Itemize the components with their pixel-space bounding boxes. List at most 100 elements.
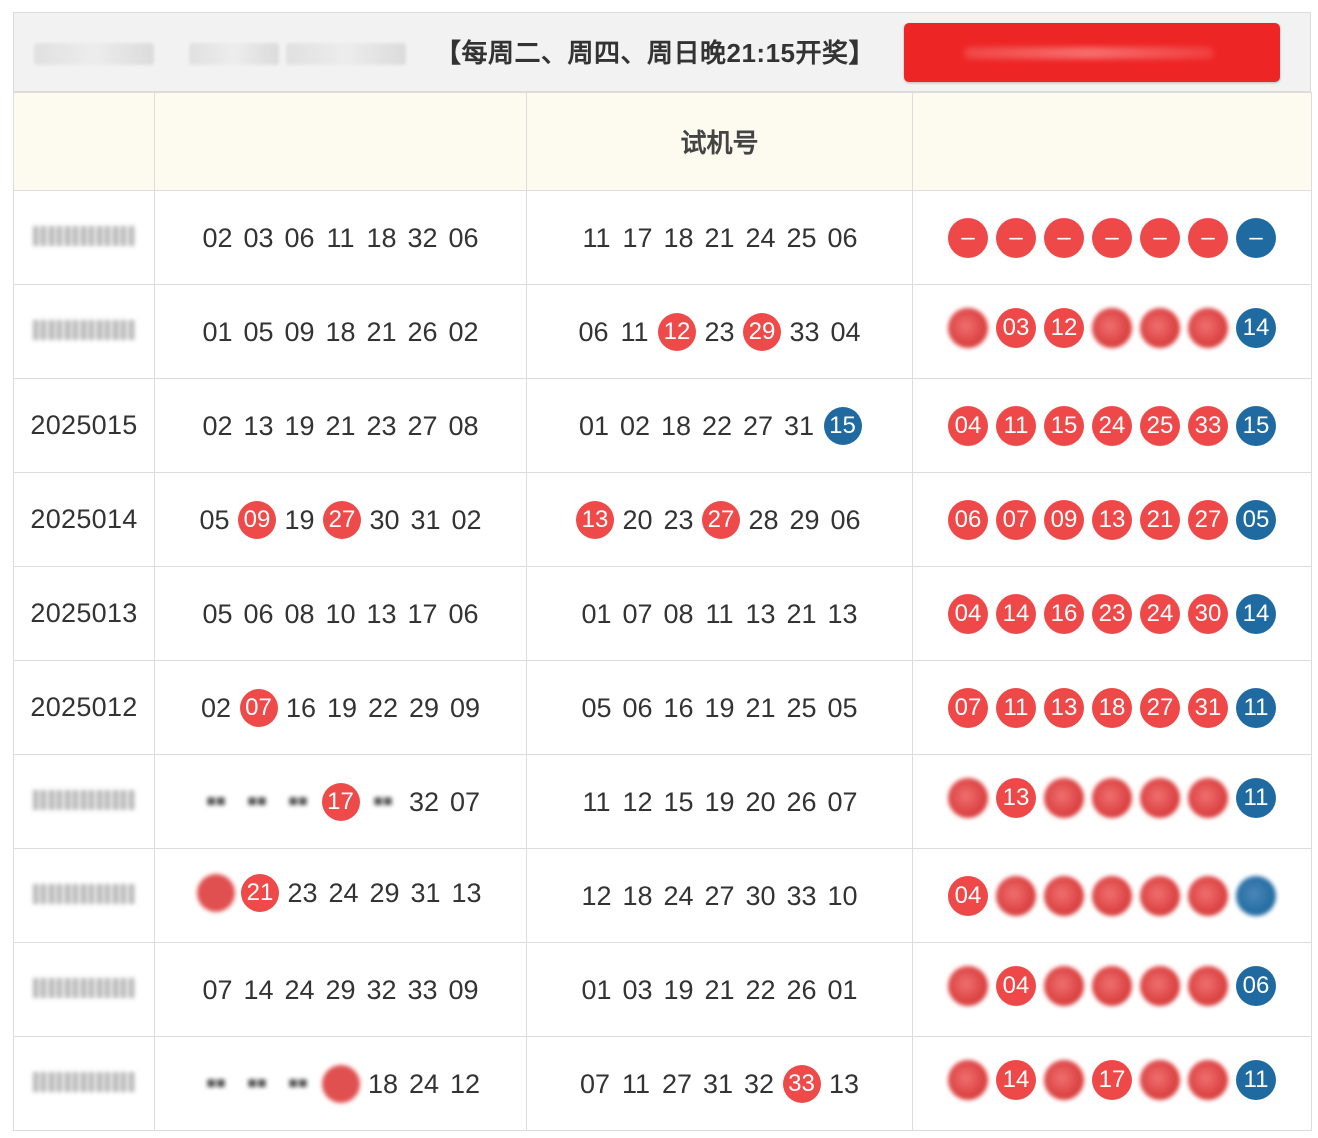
red-ball (1092, 875, 1132, 916)
number: 27 (661, 1068, 693, 1099)
number-list: 01 05 09 18 21 26 02 (197, 312, 484, 352)
number: 12 (581, 880, 612, 911)
number-list: 01 02 18 22 27 31 15 (574, 406, 866, 446)
tab-blurred-3[interactable] (286, 43, 406, 65)
number: 33 (407, 974, 438, 1005)
red-ball: 14 (996, 593, 1036, 634)
draw-result-cell: 07 11 13 18 27 31 11 (912, 660, 1312, 755)
trial-number-cell: 12 18 24 27 30 33 10 (526, 848, 913, 943)
number: 27 (742, 410, 774, 441)
number: 06 (243, 598, 274, 629)
hit-number: 33 (782, 1064, 821, 1103)
red-ball: 07 (948, 687, 988, 728)
blue-ball: 11 (1236, 778, 1276, 818)
table-row: 21 23 24 29 31 13 12 18 24 27 30 33 10 04 (13, 848, 1312, 943)
number: 02 (448, 316, 479, 347)
header-issue (13, 92, 155, 191)
table-row: 02 03 06 11 18 32 06 11 17 18 21 24 25 06– – – – – – – (13, 190, 1312, 285)
table-header-row: 试机号 (13, 92, 1312, 191)
red-ball: 18 (1092, 687, 1132, 728)
red-ball: 06 (948, 499, 988, 540)
red-ball (1092, 778, 1132, 818)
number-list: 01 03 19 21 22 26 01 (576, 970, 863, 1010)
trial-number-cell: 06 11 12 23 29 33 04 (526, 284, 913, 379)
number-set-cell: 01 05 09 18 21 26 02 (154, 284, 527, 379)
number: 07 (579, 1068, 611, 1099)
red-ball (1188, 966, 1228, 1006)
number: 01 (578, 410, 610, 441)
number-list: 11 12 15 19 20 26 07 (576, 782, 863, 822)
number: 13 (451, 877, 482, 908)
issue-number (13, 190, 155, 285)
result-balls: – – – – – – – (944, 217, 1280, 258)
number-set-cell: 07 14 24 29 32 33 09 (154, 942, 527, 1037)
draw-result-cell: 04 11 15 24 25 33 15 (912, 378, 1312, 473)
number: 03 (243, 222, 274, 253)
number-list: ■■ ■■ ■■ 17 ■■ 32 07 (196, 782, 486, 822)
red-ball: 17 (1092, 1060, 1132, 1100)
number: 23 (663, 504, 694, 535)
blue-ball: 15 (1236, 405, 1276, 446)
number: 22 (745, 974, 776, 1005)
number: 18 (366, 222, 397, 253)
issue-number (13, 284, 155, 379)
red-ball: – (1188, 217, 1228, 258)
table-row: 2025015 02 13 19 21 23 27 08 01 02 18 22 27 31 15 04 11 1… (13, 378, 1312, 473)
number: 14 (243, 974, 274, 1005)
number: 02 (451, 504, 482, 535)
trial-number-cell: 11 17 18 21 24 25 06 (526, 190, 913, 285)
number: 29 (325, 974, 356, 1005)
number-blurred: ■■ (247, 792, 267, 810)
number: 19 (704, 786, 735, 817)
number: 26 (407, 316, 438, 347)
blue-ball: 05 (1236, 499, 1276, 540)
number: 21 (325, 410, 356, 441)
number: 11 (326, 222, 355, 253)
number: 11 (582, 222, 611, 253)
number: 09 (449, 692, 481, 723)
tab-blurred-1[interactable] (34, 43, 154, 65)
number-list: 05 09 19 27 30 31 02 (194, 500, 487, 540)
hit-number: 17 (321, 782, 360, 821)
number: 24 (408, 1068, 440, 1099)
number: 22 (367, 692, 399, 723)
number: 31 (410, 504, 441, 535)
number: 11 (621, 1068, 651, 1099)
red-ball (948, 1060, 988, 1100)
action-button[interactable] (904, 23, 1280, 82)
red-ball: 09 (1044, 499, 1084, 540)
blue-ball: 11 (1236, 687, 1276, 728)
red-ball: 13 (996, 778, 1036, 818)
trial-number-cell: 01 07 08 11 13 21 13 (526, 566, 913, 661)
number-set-cell: 05 06 08 10 13 17 06 (154, 566, 527, 661)
draw-result-cell: 14 17 11 (912, 1036, 1312, 1131)
hit-number: 27 (323, 500, 361, 539)
result-balls: 07 11 13 18 27 31 11 (944, 687, 1280, 728)
red-ball: 13 (1092, 499, 1132, 540)
table-row: 07 14 24 29 32 33 09 01 03 19 21 22 26 01 04 06 (13, 942, 1312, 1037)
issue-number: 2025015 (13, 378, 155, 473)
red-ball: 31 (1188, 687, 1228, 728)
number: 05 (827, 692, 858, 723)
number: 02 (200, 692, 232, 723)
number: 18 (367, 1068, 399, 1099)
red-ball: 14 (996, 1060, 1036, 1100)
number: 03 (622, 974, 653, 1005)
table-row: ■■ ■■ ■■ 18 24 12 07 11 27 31 32 33 13 14 17 11 (13, 1036, 1312, 1131)
red-ball (1188, 1060, 1228, 1100)
blue-ball: 14 (1236, 308, 1276, 348)
red-ball: 04 (948, 875, 988, 916)
red-ball: 15 (1044, 405, 1084, 446)
number: 23 (704, 316, 735, 347)
number-list: 21 23 24 29 31 13 (194, 873, 487, 913)
red-ball (948, 966, 988, 1006)
red-ball: 25 (1140, 405, 1180, 446)
number: 29 (369, 877, 400, 908)
header-result (912, 92, 1312, 191)
number: 23 (366, 410, 397, 441)
red-ball (1092, 966, 1132, 1006)
tab-blurred-2[interactable] (189, 43, 279, 65)
issue-number-blurred (33, 884, 135, 904)
number: 30 (745, 880, 776, 911)
number: 08 (284, 598, 315, 629)
